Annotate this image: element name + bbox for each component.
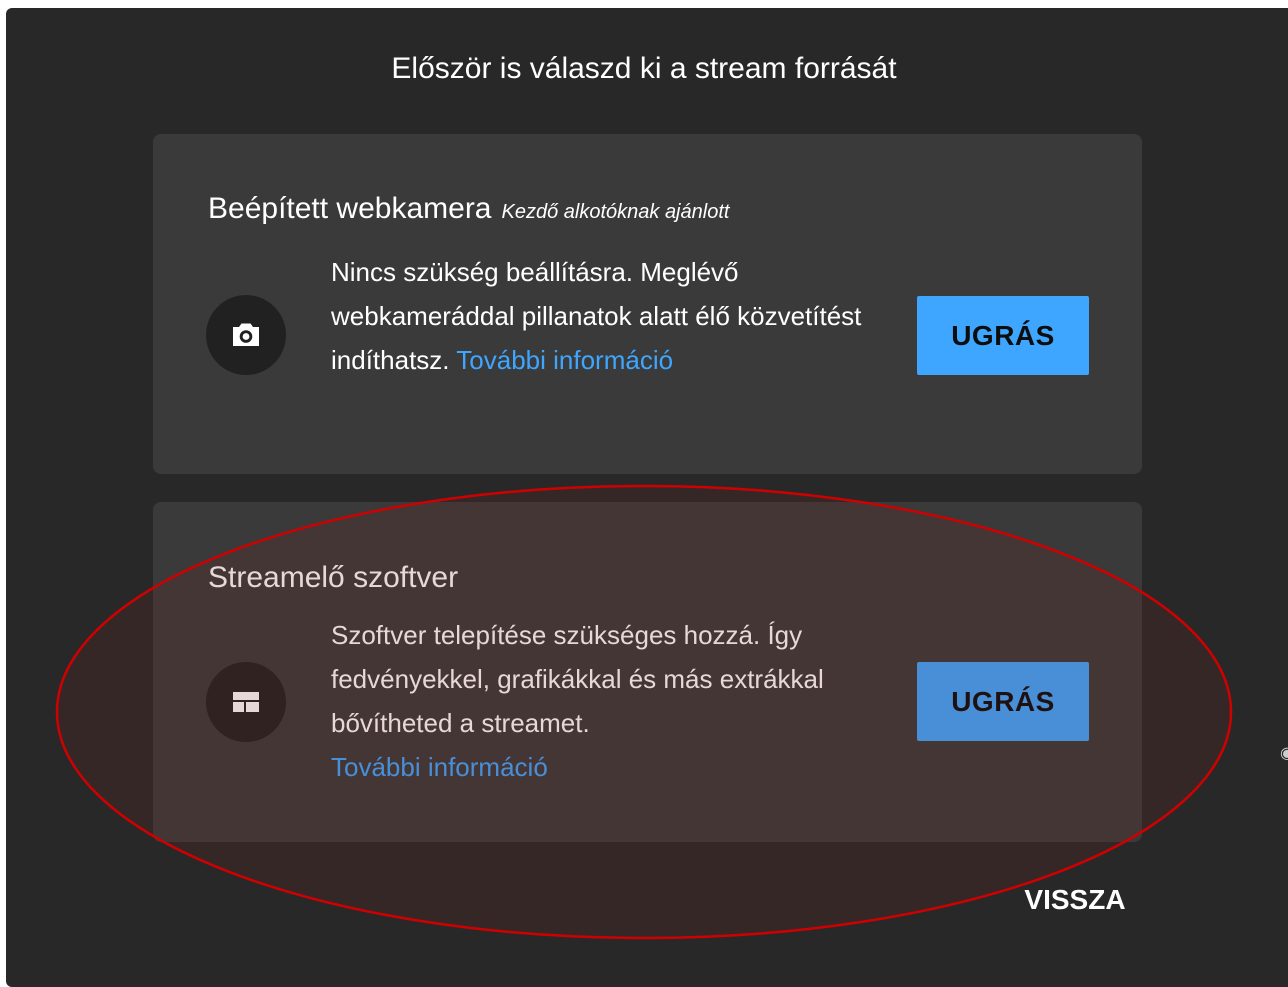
software-go-button[interactable]: UGRÁS xyxy=(917,662,1089,741)
webcam-go-button[interactable]: UGRÁS xyxy=(917,296,1089,375)
recommended-tag: Kezdő alkotóknak ajánlott xyxy=(501,201,730,223)
camera-icon xyxy=(206,295,286,375)
layout-icon xyxy=(206,662,286,742)
software-more-info-link[interactable]: További információ xyxy=(331,752,548,782)
webcam-description: Nincs szükség beállításra. Meglévő webka… xyxy=(331,250,871,382)
source-card-streaming-software: Streamelő szoftver Szoftver telepítése s… xyxy=(153,502,1142,842)
dialog-title: Először is válaszd ki a stream forrását xyxy=(391,52,897,85)
source-card-webcam: Beépített webkamera Kezdő alkotóknak aján… xyxy=(153,134,1142,474)
webcam-more-info-link[interactable]: További információ xyxy=(456,345,673,375)
software-description-text: Szoftver telepítése szükséges hozzá. Így… xyxy=(331,620,824,738)
software-heading: Streamelő szoftver xyxy=(208,561,459,594)
webcam-heading: Beépített webkamera Kezdő alkotóknak aján… xyxy=(208,189,729,232)
edge-icon-fragment: ◉ xyxy=(1280,745,1288,762)
webcam-heading-label: Beépített webkamera xyxy=(208,192,492,225)
software-description: Szoftver telepítése szükséges hozzá. Így… xyxy=(331,613,871,789)
back-button[interactable]: VISSZA xyxy=(1000,878,1150,922)
